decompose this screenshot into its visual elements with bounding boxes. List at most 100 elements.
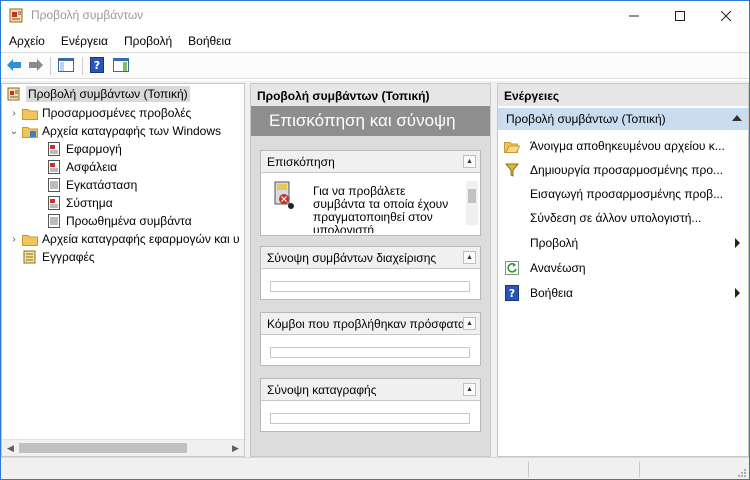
chevron-right-icon[interactable]: › [8, 107, 20, 119]
title-bar[interactable]: Προβολή συμβάντων [1, 1, 749, 30]
action-label: Εισαγωγή προσαρμοσμένης προβ... [530, 187, 724, 201]
forward-icon [28, 58, 44, 75]
back-button[interactable] [4, 56, 24, 76]
tree-item-label: Εγκατάσταση [66, 178, 138, 192]
action-import-custom-view[interactable]: Εισαγωγή προσαρμοσμένης προβ... [498, 182, 748, 206]
tree-item-label: Ασφάλεια [66, 160, 118, 174]
status-bar-separator [639, 461, 640, 477]
section-header[interactable]: Επισκόπηση ▲ [261, 151, 480, 173]
chevron-right-icon[interactable]: › [8, 233, 20, 245]
recently-viewed-nodes-table[interactable] [270, 347, 470, 358]
action-create-custom-view[interactable]: Δημιουργία προσαρμοσμένης προ... [498, 158, 748, 182]
collapse-icon[interactable]: ▲ [463, 383, 476, 396]
section-title: Σύνοψη συμβάντων διαχείρισης [267, 251, 437, 265]
refresh-icon [504, 260, 520, 276]
overview-description: Για να προβάλετε συμβάντα τα οποία έχουν… [313, 185, 449, 233]
svg-text:?: ? [509, 287, 515, 300]
log-summary-table[interactable] [270, 413, 470, 424]
menu-view[interactable]: Προβολή [116, 34, 180, 48]
menu-file[interactable]: Αρχείο [1, 34, 53, 48]
blank-icon [504, 186, 520, 202]
forwarded-events-log-icon [46, 213, 62, 229]
show-hide-action-pane-button[interactable] [111, 56, 131, 76]
event-viewer-icon [6, 86, 22, 102]
overview-content: Επισκόπηση ▲ Για να προβάλετε συμβάντα τ… [251, 136, 490, 456]
scroll-left-icon[interactable]: ◀ [2, 440, 19, 456]
action-label: Άνοιγμα αποθηκευμένου αρχείου κ... [530, 139, 725, 153]
window-title: Προβολή συμβάντων [31, 8, 144, 22]
overview-vertical-scrollbar[interactable] [466, 181, 478, 225]
overview-pane: Προβολή συμβάντων (Τοπική) Επισκόπηση κα… [250, 83, 491, 457]
security-log-icon [46, 159, 62, 175]
admin-events-summary-table[interactable] [270, 281, 470, 292]
close-button[interactable] [703, 1, 749, 30]
tree-item-custom-views[interactable]: › Προσαρμοσμένες προβολές [8, 104, 191, 122]
scrollbar-thumb[interactable] [19, 443, 187, 453]
tree-item-label: Αρχεία καταγραφής των Windows [42, 124, 222, 138]
section-header[interactable]: Σύνοψη καταγραφής ▲ [261, 379, 480, 401]
back-icon [6, 58, 22, 75]
action-view[interactable]: Προβολή [498, 231, 748, 255]
svg-text:?: ? [94, 59, 100, 72]
section-title: Επισκόπηση [267, 155, 335, 169]
tree-item-forwarded-events[interactable]: Προωθημένα συμβάντα [46, 212, 192, 230]
navigation-tree[interactable]: Προβολή συμβάντων (Τοπική) › Προσαρμοσμέ… [1, 83, 245, 457]
submenu-arrow-icon [735, 238, 740, 248]
status-bar [1, 457, 749, 479]
menu-action[interactable]: Ενέργεια [53, 34, 116, 48]
tree-horizontal-scrollbar[interactable]: ◀ ▶ [2, 439, 244, 456]
help-button[interactable]: ? [87, 56, 107, 76]
action-label: Προβολή [530, 236, 579, 250]
actions-pane-header: Ενέργειες [498, 84, 748, 106]
collapse-icon[interactable]: ▲ [463, 155, 476, 168]
section-header[interactable]: Κόμβοι που προβλήθηκαν πρόσφατα ▲ [261, 313, 480, 335]
action-connect-to-another-computer[interactable]: Σύνδεση σε άλλον υπολογιστή... [498, 206, 748, 230]
tree-item-security[interactable]: Ασφάλεια [46, 158, 117, 176]
menu-help[interactable]: Βοήθεια [180, 34, 239, 48]
scrollbar-thumb[interactable] [468, 189, 476, 203]
application-log-icon [46, 141, 62, 157]
toolbar: ? [1, 52, 749, 79]
filter-icon [504, 162, 520, 178]
tree-item-subscriptions[interactable]: Εγγραφές [22, 248, 95, 266]
tree-item-setup[interactable]: Εγκατάσταση [46, 176, 137, 194]
scroll-right-icon[interactable]: ▶ [227, 440, 244, 456]
section-title: Κόμβοι που προβλήθηκαν πρόσφατα [267, 317, 465, 331]
action-help[interactable]: ? Βοήθεια [498, 281, 748, 305]
minimize-button[interactable] [611, 1, 657, 30]
blank-icon [504, 210, 520, 226]
action-open-saved-log[interactable]: Άνοιγμα αποθηκευμένου αρχείου κ... [498, 134, 748, 158]
resize-grip-icon[interactable] [737, 467, 747, 477]
tree-item-label: Προβολή συμβάντων (Τοπική) [26, 86, 190, 102]
overview-banner: Επισκόπηση και σύνοψη [251, 106, 490, 136]
tree-item-root[interactable]: Προβολή συμβάντων (Τοπική) [6, 85, 190, 103]
maximize-button[interactable] [657, 1, 703, 30]
log-summary-section: Σύνοψη καταγραφής ▲ [260, 378, 481, 432]
actions-group-header[interactable]: Προβολή συμβάντων (Τοπική) [498, 108, 748, 130]
collapse-icon[interactable]: ▲ [463, 317, 476, 330]
subscriptions-icon [22, 249, 38, 265]
system-log-icon [46, 195, 62, 211]
tree-item-label: Σύστημα [66, 196, 113, 210]
overview-section: Επισκόπηση ▲ Για να προβάλετε συμβάντα τ… [260, 150, 481, 236]
action-refresh[interactable]: Ανανέωση [498, 256, 748, 280]
tree-item-label: Εφαρμογή [66, 142, 122, 156]
section-header[interactable]: Σύνοψη συμβάντων διαχείρισης ▲ [261, 247, 480, 269]
forward-button[interactable] [26, 56, 46, 76]
tree-item-windows-logs[interactable]: ⌄ Αρχεία καταγραφής των Windows [8, 122, 221, 140]
action-label: Σύνδεση σε άλλον υπολογιστή... [530, 211, 702, 225]
folder-icon [22, 105, 38, 121]
collapse-icon[interactable]: ▲ [463, 251, 476, 264]
tree-item-system[interactable]: Σύστημα [46, 194, 113, 212]
folder-open-icon [504, 138, 520, 154]
action-label: Βοήθεια [530, 286, 573, 300]
blank-icon [504, 235, 520, 251]
tree-item-application[interactable]: Εφαρμογή [46, 140, 122, 158]
chevron-down-icon[interactable]: ⌄ [8, 125, 20, 137]
tree-item-label: Εγγραφές [42, 250, 95, 264]
windows-logs-folder-icon [22, 123, 38, 139]
collapse-up-icon[interactable] [732, 115, 742, 121]
show-hide-tree-button[interactable] [56, 56, 76, 76]
overview-pane-header: Προβολή συμβάντων (Τοπική) [251, 84, 490, 106]
tree-item-applications-and-services-logs[interactable]: › Αρχεία καταγραφής εφαρμογών και υ [8, 230, 239, 248]
